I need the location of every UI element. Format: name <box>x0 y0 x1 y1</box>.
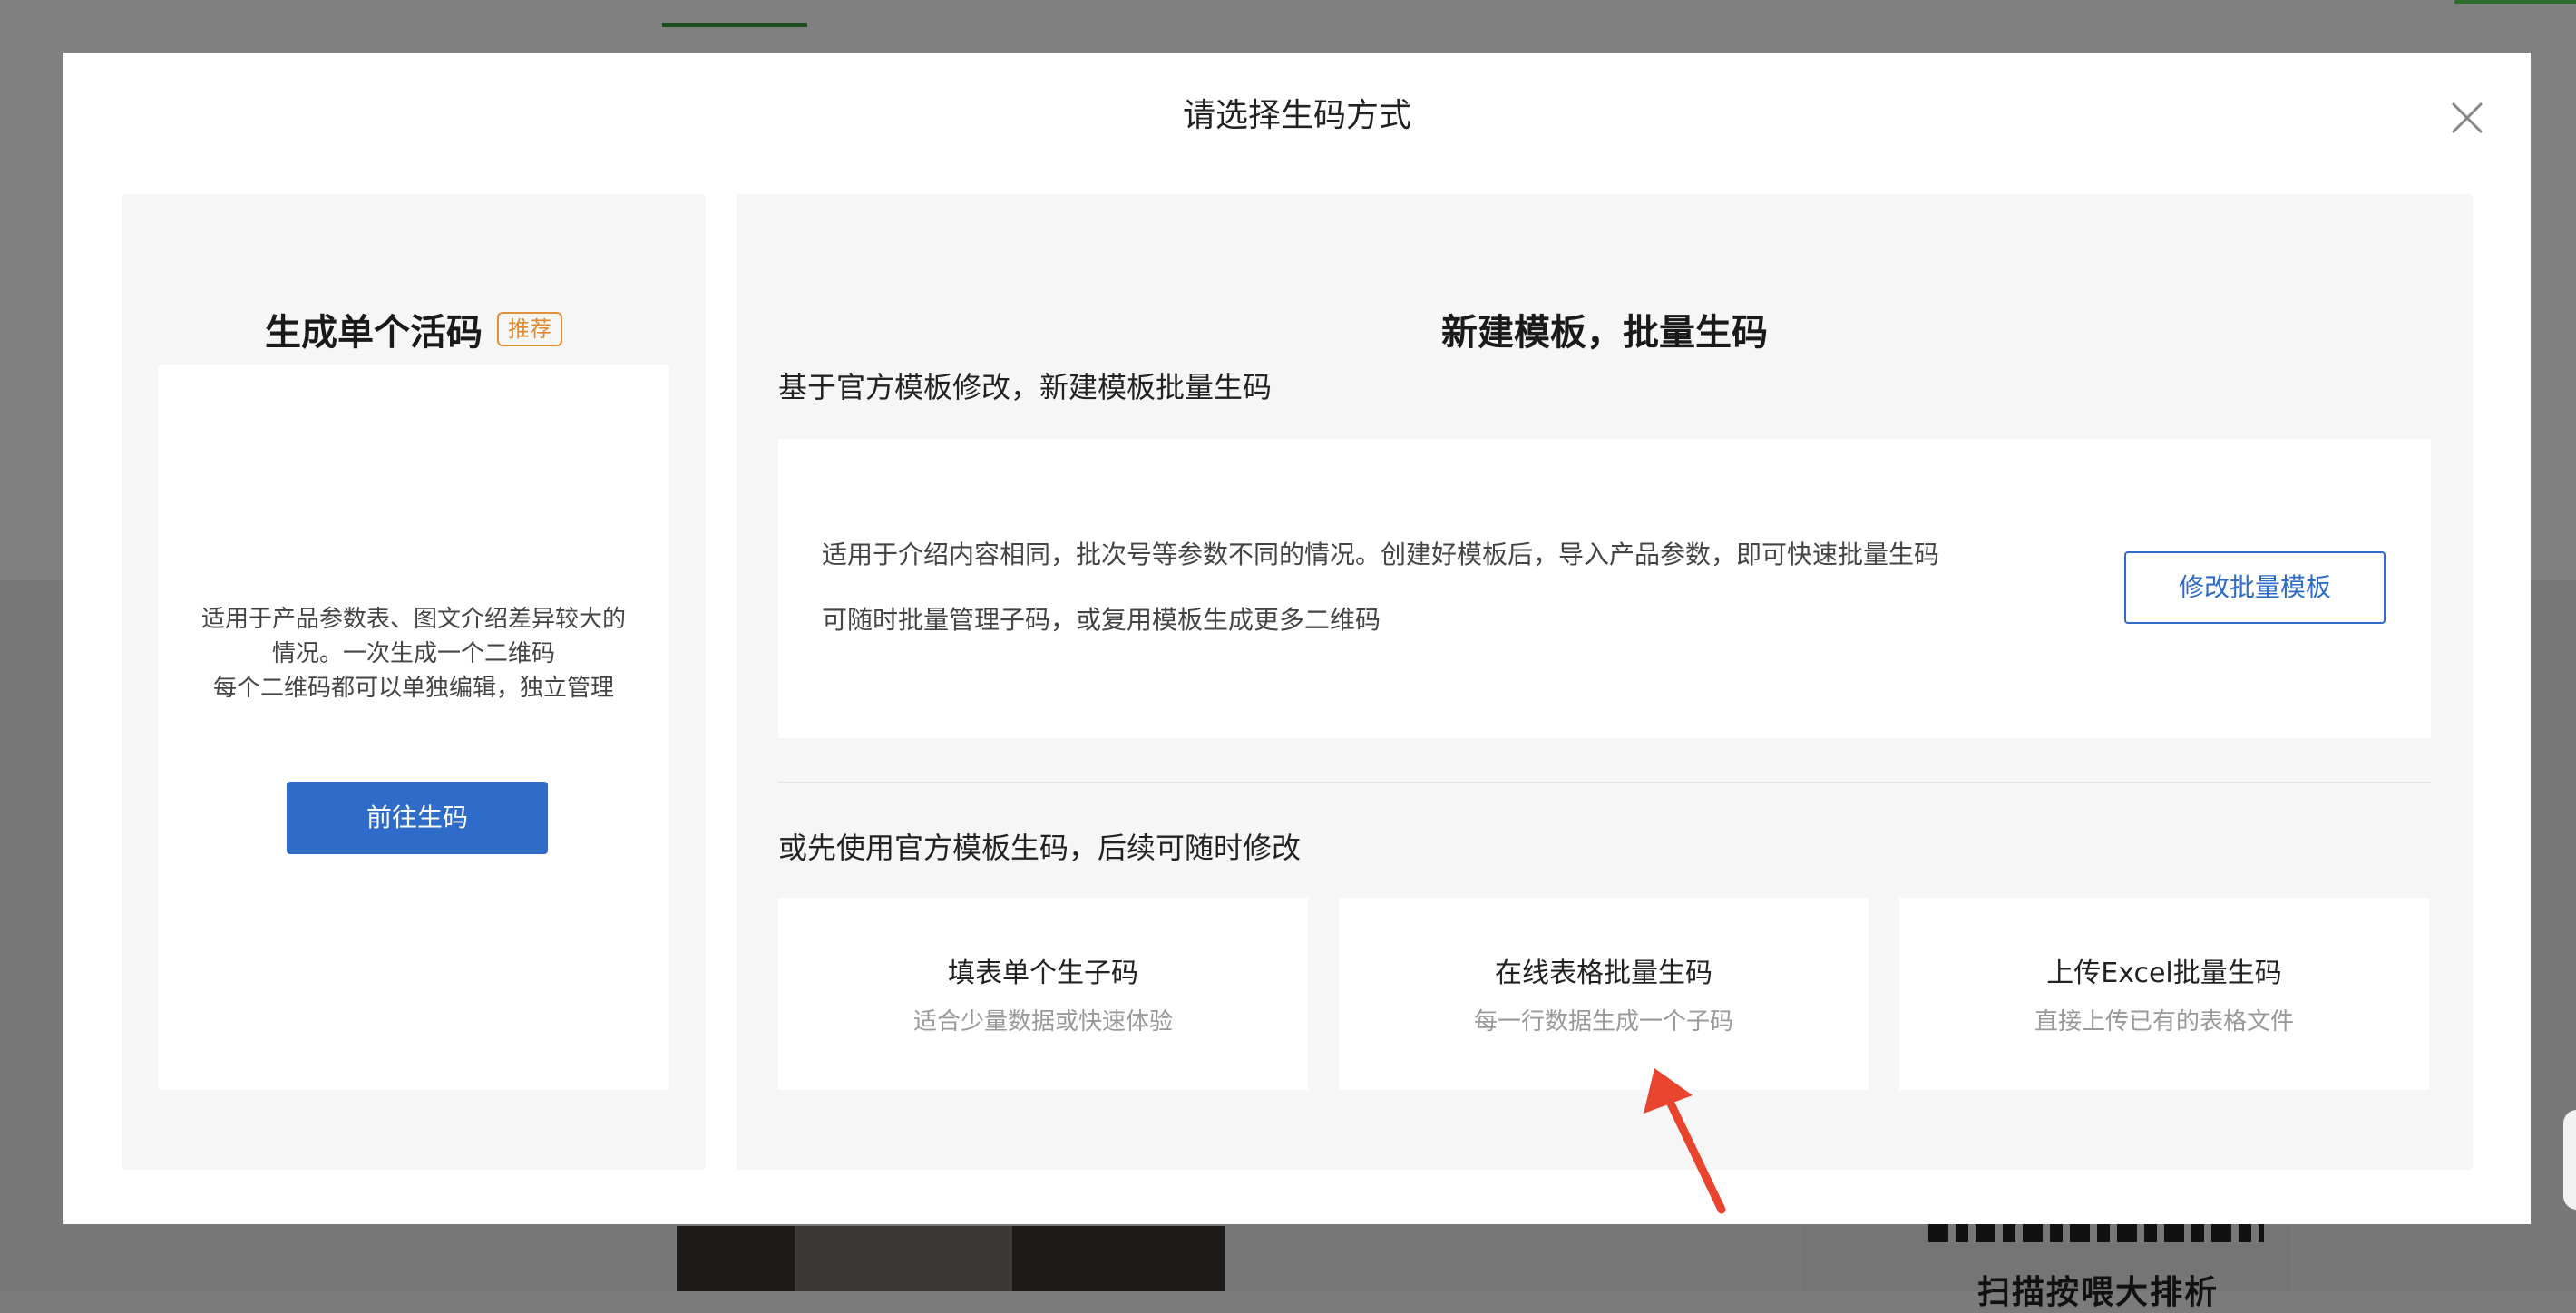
batch-code-panel: 新建模板，批量生码 基于官方模板修改，新建模板批量生码 适用于介绍内容相同，批次… <box>737 194 2473 1170</box>
section-divider <box>778 782 2431 783</box>
template-description-2: 可随时批量管理子码，或复用模板生成更多二维码 <box>822 605 1381 635</box>
background-partial-text: 扫描按喂大排析 <box>1977 1274 2220 1311</box>
option-subtitle: 每一行数据生成一个子码 <box>1473 1008 1733 1036</box>
background-product-photo <box>677 1226 1225 1291</box>
batch-template-card: 适用于介绍内容相同，批次号等参数不同的情况。创建好模板后，导入产品参数，即可快速… <box>778 439 2431 738</box>
single-code-title: 生成单个活码 <box>265 312 483 354</box>
annotation-arrow-icon <box>1644 1068 1726 1214</box>
recommended-badge: 推荐 <box>497 312 562 346</box>
close-button[interactable] <box>2445 96 2489 140</box>
background-side-tab <box>2563 1110 2576 1210</box>
close-icon <box>2451 102 2483 134</box>
single-desc-line1: 适用于产品参数表、图文介绍差异较大的情况。一次生成一个二维码 <box>200 606 626 667</box>
single-desc-line2: 每个二维码都可以单独编辑，独立管理 <box>212 675 614 702</box>
option-subtitle: 直接上传已有的表格文件 <box>2034 1008 2294 1036</box>
option-title: 填表单个生子码 <box>948 958 1138 989</box>
template-section-heading: 基于官方模板修改，新建模板批量生码 <box>778 370 1273 404</box>
background-header-button <box>2454 0 2576 4</box>
official-template-section-heading: 或先使用官方模板生码，后续可随时修改 <box>778 831 1302 865</box>
background-active-tab-indicator <box>662 23 807 27</box>
generate-code-modal: 请选择生码方式 生成单个活码 推荐 适用于产品参数表、图文介绍差异较大的情况。一次… <box>63 53 2531 1224</box>
goto-generate-button[interactable]: 前往生码 <box>287 782 548 854</box>
option-title: 在线表格批量生码 <box>1495 958 1712 989</box>
option-subtitle: 适合少量数据或快速体验 <box>912 1008 1173 1036</box>
option-online-sheet-batch[interactable]: 在线表格批量生码 每一行数据生成一个子码 <box>1339 898 1869 1090</box>
single-code-panel: 生成单个活码 推荐 适用于产品参数表、图文介绍差异较大的情况。一次生成一个二维码 … <box>122 194 706 1170</box>
option-upload-excel-batch[interactable]: 上传Excel批量生码 直接上传已有的表格文件 <box>1899 898 2429 1090</box>
single-code-header: 生成单个活码 推荐 <box>122 303 706 355</box>
batch-code-title: 新建模板，批量生码 <box>1441 312 1768 354</box>
modal-title: 请选择生码方式 <box>1182 97 1411 134</box>
single-code-description: 适用于产品参数表、图文介绍差异较大的情况。一次生成一个二维码 每个二维码都可以单… <box>194 602 633 705</box>
template-description-1: 适用于介绍内容相同，批次号等参数不同的情况。创建好模板后，导入产品参数，即可快速… <box>822 540 1940 569</box>
option-title: 上传Excel批量生码 <box>2046 958 2282 989</box>
single-code-card: 适用于产品参数表、图文介绍差异较大的情况。一次生成一个二维码 每个二维码都可以单… <box>158 365 669 1090</box>
edit-batch-template-button[interactable]: 修改批量模板 <box>2124 551 2386 624</box>
option-fill-form-single[interactable]: 填表单个生子码 适合少量数据或快速体验 <box>778 898 1308 1090</box>
